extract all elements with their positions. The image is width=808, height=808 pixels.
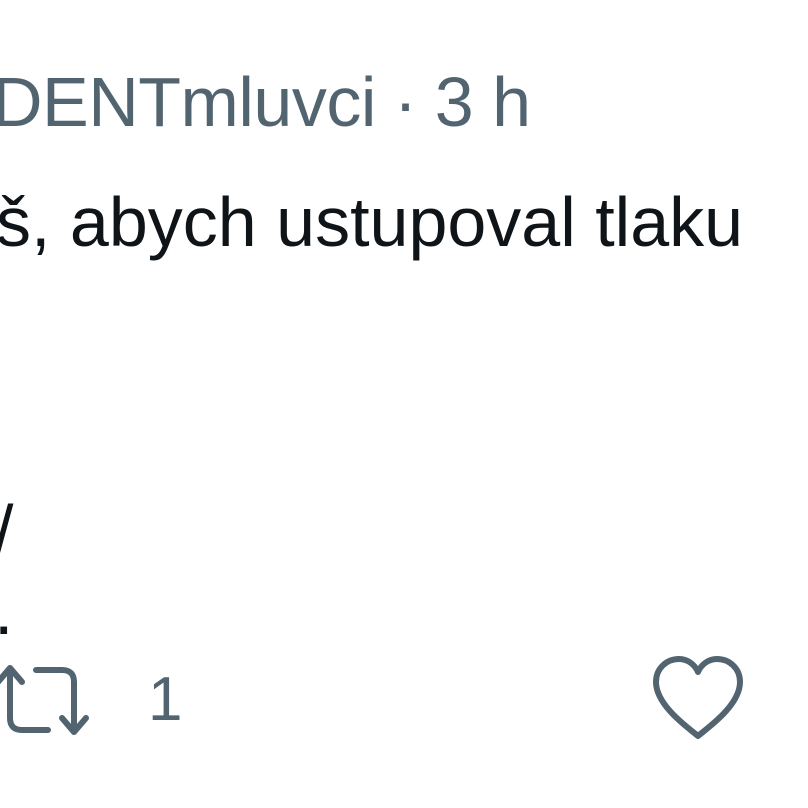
heart-icon (653, 656, 743, 739)
tweet-text: š, abych ustupoval tlaku (0, 183, 744, 261)
retweet-icon (0, 665, 89, 735)
tweet-text-fragment: / . (0, 490, 13, 650)
retweet-button[interactable] (0, 660, 92, 740)
like-button[interactable] (650, 654, 746, 744)
tweet: DENTmluvci · 3 h š, abych ustupoval tlaku … (0, 0, 808, 808)
retweet-count: 1 (148, 665, 183, 734)
author-handle[interactable]: DENTmluvci (0, 62, 376, 142)
meta-separator: · (393, 63, 417, 141)
tweet-header: DENTmluvci · 3 h (0, 62, 531, 142)
tweet-timestamp[interactable]: 3 h (435, 62, 531, 142)
